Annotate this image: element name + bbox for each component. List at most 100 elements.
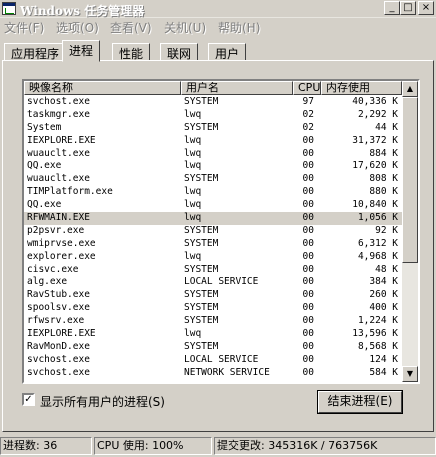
show-all-users-checkbox[interactable]: ✓ [22,393,35,406]
process-mem-cell: 2,292 K [357,108,398,120]
table-row[interactable]: svchost.exe SYSTEM 97 40,336 K [24,96,402,109]
table-row[interactable]: svchost.exe NETWORK SERVICE 00 584 K [24,367,402,380]
process-cpu-cell: 00 [302,302,314,314]
process-mem-cell: 92 K [375,224,398,236]
process-user-cell: lwq [184,108,202,120]
end-process-button[interactable]: 结束进程(E) [318,391,402,413]
process-mem-cell: 10,840 K [352,199,398,211]
process-mem-cell: 1,056 K [357,212,398,224]
column-header-user-name[interactable]: 用户名 [181,81,293,95]
process-cpu-cell: 00 [302,224,314,236]
process-list[interactable]: 映像名称 用户名 CPU 内存使用 svchost.exe SYSTEM 97 40,… [22,79,420,384]
table-row[interactable]: QQ.exe lwq 00 17,620 K [24,160,402,173]
status-commit-charge: 提交更改: 345316K / 763756K [214,437,436,455]
process-cpu-cell: 00 [302,250,314,262]
process-mem-cell: 4,968 K [357,250,398,262]
menu-options[interactable]: 选项(O) [56,19,99,36]
process-mem-cell: 124 K [369,353,398,365]
table-row[interactable]: IEXPLORE.EXE lwq 00 31,372 K [24,135,402,148]
menu-bar: 文件(F) 选项(O) 查看(V) 关机(U) 帮助(H) [0,18,436,36]
process-cpu-cell: 00 [302,237,314,249]
table-row[interactable]: wuauclt.exe lwq 00 884 K [24,148,402,161]
process-mem-cell: 808 K [369,173,398,185]
process-user-cell: SYSTEM [184,173,219,185]
scroll-down-arrow-icon[interactable]: ▼ [402,366,418,382]
process-cpu-cell: 00 [302,147,314,159]
table-row[interactable]: System SYSTEM 02 44 K [24,122,402,135]
process-cpu-cell: 00 [302,263,314,275]
table-row[interactable]: svchost.exe LOCAL SERVICE 00 124 K [24,354,402,367]
menu-shutdown[interactable]: 关机(U) [164,19,206,36]
table-row[interactable]: spoolsv.exe SYSTEM 00 400 K [24,302,402,315]
table-row[interactable]: RFWMAIN.EXE lwq 00 1,056 K [24,212,402,225]
close-button[interactable]: × [418,1,434,15]
process-cpu-cell: 97 [302,96,314,107]
title-bar[interactable]: Windows 任务管理器 _ □ × [0,0,436,18]
process-user-cell: SYSTEM [184,289,219,301]
process-mem-cell: 400 K [369,302,398,314]
tab-applications[interactable]: 应用程序 [4,43,67,61]
process-user-cell: lwq [184,199,202,211]
minimize-button[interactable]: _ [384,1,400,15]
scroll-up-arrow-icon[interactable]: ▲ [402,81,418,97]
process-mem-cell: 880 K [369,186,398,198]
taskmgr-app-icon[interactable] [2,2,16,15]
process-name-cell: TIMPlatform.exe [27,186,113,198]
column-header-mem-usage[interactable]: 内存使用 [321,81,402,95]
process-name-cell: RFWMAIN.EXE [27,212,90,224]
process-name-cell: svchost.exe [27,366,90,378]
window-title: Windows 任务管理器 [20,4,145,18]
maximize-button[interactable]: □ [400,1,416,15]
tab-users[interactable]: 用户 [208,43,247,61]
table-row[interactable]: RavStub.exe SYSTEM 00 260 K [24,289,402,302]
table-row[interactable]: cisvc.exe SYSTEM 00 48 K [24,264,402,277]
process-user-cell: SYSTEM [184,302,219,314]
process-user-cell: lwq [184,212,202,224]
table-row[interactable]: IEXPLORE.EXE lwq 00 13,596 K [24,328,402,341]
table-row[interactable]: explorer.exe lwq 00 4,968 K [24,251,402,264]
table-row[interactable]: wmiprvse.exe SYSTEM 00 6,312 K [24,238,402,251]
column-header-cpu[interactable]: CPU [293,81,321,95]
process-cpu-cell: 00 [302,186,314,198]
table-row[interactable]: rfwsrv.exe SYSTEM 00 1,224 K [24,315,402,328]
process-mem-cell: 884 K [369,147,398,159]
process-user-cell: SYSTEM [184,340,219,352]
process-user-cell: lwq [184,250,202,262]
vertical-scrollbar[interactable]: ▲ ▼ [402,81,418,382]
menu-view[interactable]: 查看(V) [110,19,152,36]
status-process-count: 进程数: 36 [0,437,92,455]
process-cpu-cell: 00 [302,212,314,224]
tab-networking[interactable]: 联网 [160,43,199,61]
process-user-cell: NETWORK SERVICE [184,366,270,378]
column-header-image-name[interactable]: 映像名称 [24,81,181,95]
process-user-cell: lwq [184,134,202,146]
table-row[interactable]: QQ.exe lwq 00 10,840 K [24,199,402,212]
tab-processes[interactable]: 进程 [62,40,101,62]
table-row[interactable]: TIMPlatform.exe lwq 00 880 K [24,186,402,199]
process-mem-cell: 260 K [369,289,398,301]
process-cpu-cell: 00 [302,199,314,211]
process-name-cell: p2psvr.exe [27,224,85,236]
scroll-thumb[interactable] [402,97,418,263]
table-row[interactable]: taskmgr.exe lwq 02 2,292 K [24,109,402,122]
tab-performance[interactable]: 性能 [112,43,151,61]
table-row[interactable]: wuauclt.exe SYSTEM 00 808 K [24,173,402,186]
table-row[interactable]: alg.exe LOCAL SERVICE 00 384 K [24,276,402,289]
process-user-cell: SYSTEM [184,315,219,327]
process-cpu-cell: 00 [302,289,314,301]
process-cpu-cell: 00 [302,328,314,340]
table-row[interactable]: p2psvr.exe SYSTEM 00 92 K [24,225,402,238]
process-name-cell: IEXPLORE.EXE [27,328,96,340]
table-row[interactable]: RavMonD.exe SYSTEM 00 8,568 K [24,341,402,354]
process-cpu-cell: 02 [302,108,314,120]
process-cpu-cell: 00 [302,160,314,172]
process-user-cell: SYSTEM [184,237,219,249]
show-all-users-label[interactable]: 显示所有用户的进程(S) [40,393,165,410]
process-name-cell: IEXPLORE.EXE [27,134,96,146]
menu-help[interactable]: 帮助(H) [218,19,260,36]
process-user-cell: lwq [184,160,202,172]
process-name-cell: System [27,121,62,133]
tab-strip: 应用程序 进程 性能 联网 用户 [0,39,436,62]
checkmark-icon: ✓ [24,394,33,405]
menu-file[interactable]: 文件(F) [4,19,44,36]
